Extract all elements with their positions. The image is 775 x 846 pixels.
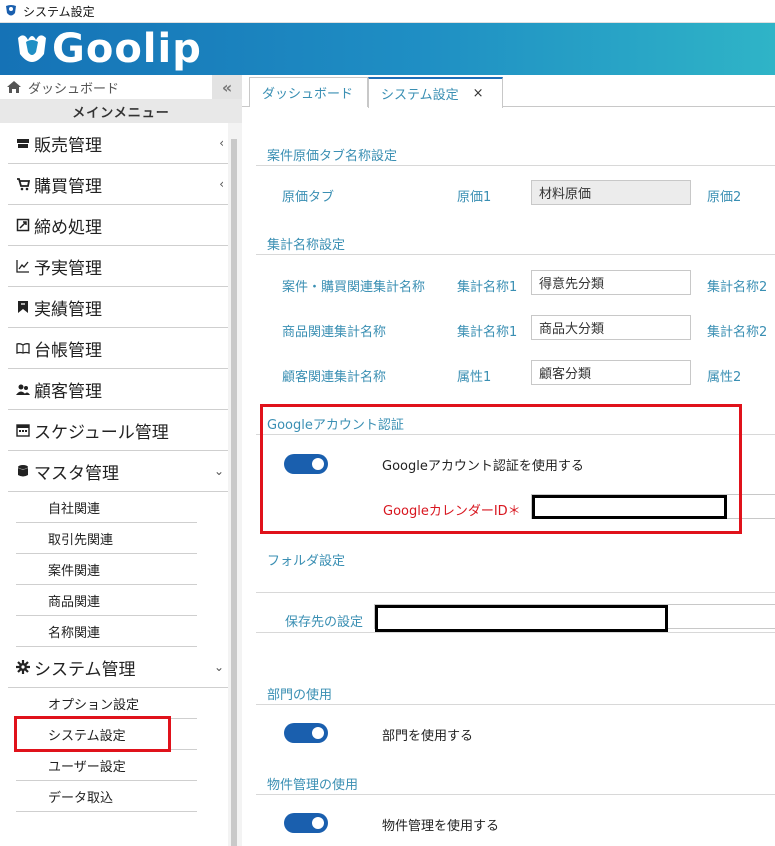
main-menu-header: メインメニュー [0,99,242,123]
product-f1-label: 集計名称1 [457,325,518,340]
property-section-title: 物件管理の使用 [267,778,359,793]
menu-budget-actual[interactable]: 予実管理 [8,246,228,287]
menu-budget-actual-label: 予実管理 [34,258,102,279]
cost2-label: 原価2 [707,190,742,205]
tab-dashboard-label: ダッシュボード [262,87,354,102]
submenu-company[interactable]: 自社関連 [16,492,197,523]
store-icon [17,139,29,148]
section-divider [256,254,775,255]
menu-purchase[interactable]: 購買管理 ‹ [8,164,228,205]
system-settings-highlight [14,716,171,752]
logo-icon [18,35,46,62]
window-title: システム設定 [23,4,95,19]
department-toggle[interactable] [284,723,328,743]
home-icon [7,81,21,93]
menu-schedule[interactable]: スケジュール管理 [8,410,228,451]
menu-results-label: 実績管理 [34,299,102,320]
menu-results[interactable]: 実績管理 [8,287,228,328]
app-banner: Goolip [0,23,775,75]
menu-schedule-label: スケジュール管理 [34,422,169,443]
section-divider [256,165,775,166]
product-f1-input[interactable]: 商品大分類 [531,315,691,340]
sidebar-scroll-thumb[interactable] [231,139,237,846]
customer-attr2-label: 属性2 [707,370,742,385]
redaction-bar [375,605,668,632]
calendar-icon [16,424,30,437]
master-submenu: 自社関連 取引先関連 案件関連 商品関連 名称関連 [8,492,228,647]
customer-attr1-input[interactable]: 顧客分類 [531,360,691,385]
department-toggle-label: 部門を使用する [382,729,474,744]
tab-system-settings[interactable]: システム設定 × [368,77,503,108]
chevron-down-icon: ⌄ [213,660,224,674]
department-section-title: 部門の使用 [267,688,333,703]
chevron-left-icon: ‹ [219,136,224,150]
gear-icon [16,660,30,674]
chevron-down-icon: ⌄ [213,464,224,478]
aggregate-f2-label: 集計名称2 [707,280,768,295]
app-icon [6,5,16,16]
menu-ledger[interactable]: 台帳管理 [8,328,228,369]
menu-sales[interactable]: 販売管理 ‹ [8,123,228,164]
cost1-label: 原価1 [457,190,492,205]
menu-master[interactable]: マスタ管理 ⌄ [8,451,228,492]
chart-icon [16,260,29,273]
collapse-sidebar-button[interactable]: « [212,75,242,99]
submenu-products[interactable]: 商品関連 [16,585,197,616]
menu-ledger-label: 台帳管理 [34,340,102,361]
chevron-left-icon: ‹ [219,177,224,191]
aggregate-f1-input[interactable]: 得意先分類 [531,270,691,295]
section-divider [256,794,775,795]
cost1-input: 材料原価 [531,180,691,205]
cost-tab-row-label: 原価タブ [282,190,335,205]
main-menu: 販売管理 ‹ 購買管理 ‹ 締め処理 予実管理 実績管理 台帳管理 顧客管理 ス… [8,123,228,492]
menu-master-label: マスタ管理 [34,463,119,484]
tab-system-settings-label: システム設定 [381,88,459,103]
customer-attr1-label: 属性1 [457,370,492,385]
bookmark-icon [18,301,28,313]
customer-aggregate-row-label: 顧客関連集計名称 [282,370,387,385]
cart-icon [17,178,30,191]
database-icon [18,465,28,477]
menu-system-label: システム管理 [34,659,136,680]
section-divider [256,704,775,705]
menu-sales-label: 販売管理 [34,135,102,156]
menu-closing[interactable]: 締め処理 [8,205,228,246]
aggregate-row-label: 案件・購買関連集計名称 [282,280,426,295]
menu-closing-label: 締め処理 [34,217,102,238]
window-titlebar: システム設定 [0,0,775,23]
google-section-highlight [260,404,742,534]
product-aggregate-row-label: 商品関連集計名称 [282,325,387,340]
submenu-trading-partners[interactable]: 取引先関連 [16,523,197,554]
folder-section-title: フォルダ設定 [267,554,346,569]
submenu-projects[interactable]: 案件関連 [16,554,197,585]
submenu-user-settings[interactable]: ユーザー設定 [16,750,197,781]
logo-text: Goolip [52,26,202,72]
close-icon[interactable]: × [473,86,484,101]
menu-customers-label: 顧客管理 [34,381,102,402]
cost-tab-section-title: 案件原価タブ名称設定 [267,149,398,164]
submenu-names[interactable]: 名称関連 [16,616,197,647]
book-icon [16,343,30,354]
users-icon [16,384,30,395]
section-divider [256,632,775,633]
aggregate-f1-label: 集計名称1 [457,280,518,295]
menu-customers[interactable]: 顧客管理 [8,369,228,410]
submenu-data-import[interactable]: データ取込 [16,781,197,812]
save-location-label: 保存先の設定 [285,615,364,630]
section-divider [256,592,775,593]
closing-icon [16,218,30,232]
product-f2-label: 集計名称2 [707,325,768,340]
menu-purchase-label: 購買管理 [34,176,102,197]
submenu-options[interactable]: オプション設定 [16,688,197,719]
aggregate-section-title: 集計名称設定 [267,238,346,253]
sidebar-dashboard-link[interactable]: ダッシュボード [0,75,212,99]
property-toggle-label: 物件管理を使用する [382,819,500,834]
dashboard-label: ダッシュボード [28,81,120,97]
property-toggle[interactable] [284,813,328,833]
tab-dashboard[interactable]: ダッシュボード [249,77,368,107]
tab-bar: ダッシュボード システム設定 × [242,75,775,108]
menu-system[interactable]: システム管理 ⌄ [8,647,228,688]
